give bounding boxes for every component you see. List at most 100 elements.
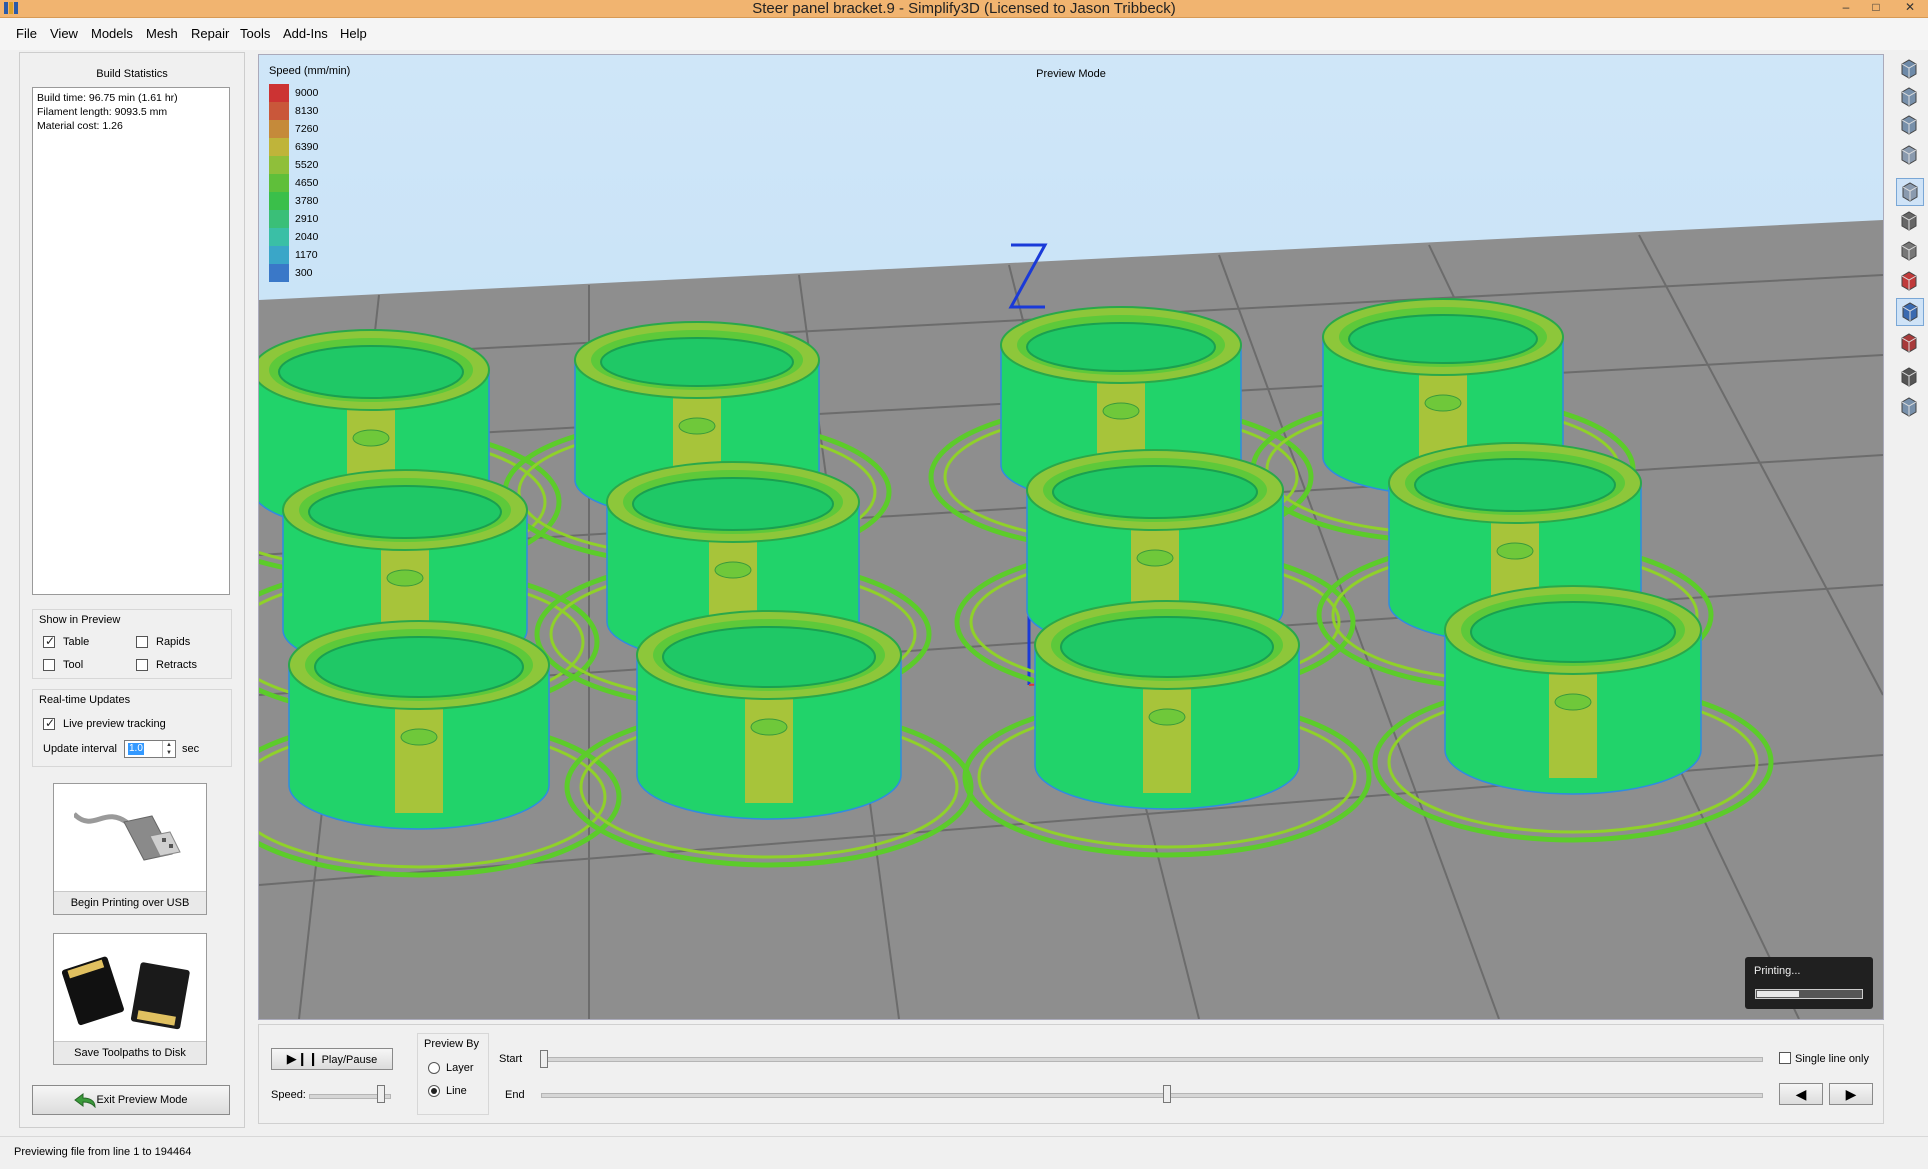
show-in-preview-group: Show in Preview Table Rapids Tool Retrac…: [32, 609, 232, 679]
legend-swatch: [269, 210, 289, 228]
single-line-checkbox[interactable]: [1779, 1052, 1791, 1064]
start-label: Start: [499, 1053, 523, 1065]
tools-icon[interactable]: [1896, 394, 1924, 422]
menu-mesh[interactable]: Mesh: [146, 26, 178, 42]
preview-by-group: Preview By Layer Line: [417, 1033, 489, 1115]
maximize-button[interactable]: □: [1862, 0, 1890, 17]
play-pause-button[interactable]: ▶❙❙ Play/Pause: [271, 1048, 393, 1070]
sd-card-icon: [62, 956, 190, 1030]
window-title: Steer panel bracket.9 - Simplify3D (Lice…: [752, 0, 1176, 17]
table-label: Table: [63, 636, 90, 648]
menu-models[interactable]: Models: [91, 26, 133, 42]
printing-label: Printing...: [1754, 965, 1801, 977]
step-forward-button[interactable]: ▶: [1829, 1083, 1873, 1105]
usb-button-caption: Begin Printing over USB: [54, 891, 206, 914]
update-interval-spinbox[interactable]: 1.0 ▲ ▼: [124, 740, 176, 758]
realtime-updates-group: Real-time Updates Live preview tracking …: [32, 689, 232, 767]
layer-radio-label: Layer: [446, 1062, 474, 1074]
status-text: Previewing file from line 1 to 194464: [14, 1146, 192, 1158]
build-stats-title: Build Statistics: [96, 68, 168, 80]
speed-slider-thumb[interactable]: [377, 1085, 385, 1103]
printing-progress-fill: [1757, 991, 1800, 997]
end-slider-track[interactable]: [541, 1093, 1763, 1098]
end-slider-thumb[interactable]: [1163, 1085, 1171, 1103]
play-pause-label: Play/Pause: [321, 1054, 378, 1066]
printing-progress-bar: [1755, 989, 1863, 999]
retracts-checkbox[interactable]: [136, 659, 148, 671]
menu-add-ins[interactable]: Add-Ins: [283, 26, 328, 42]
front-view-icon[interactable]: [1896, 84, 1924, 112]
settings-gear-icon[interactable]: [1896, 364, 1924, 392]
table-checkbox[interactable]: [43, 634, 55, 648]
tool-checkbox[interactable]: [43, 659, 55, 671]
rapids-checkbox[interactable]: [136, 636, 148, 648]
wireframe-view-icon[interactable]: [1896, 208, 1924, 236]
live-tracking-checkbox[interactable]: [43, 716, 55, 730]
menu-view[interactable]: View: [50, 26, 78, 42]
update-interval-value: 1.0: [128, 743, 144, 755]
save-toolpaths-button[interactable]: Save Toolpaths to Disk: [53, 933, 207, 1065]
preview-by-title: Preview By: [424, 1038, 480, 1050]
printing-indicator: Printing...: [1745, 957, 1873, 1009]
menu-repair[interactable]: Repair: [191, 26, 229, 42]
legend-value: 7260: [295, 123, 319, 135]
legend-swatch: [269, 120, 289, 138]
title-bar: Steer panel bracket.9 - Simplify3D (Lice…: [0, 0, 1928, 18]
build-stats-box[interactable]: Build time: 96.75 min (1.61 hr) Filament…: [32, 87, 230, 595]
line-radio[interactable]: [428, 1085, 440, 1097]
legend-swatch: [269, 192, 289, 210]
stat-filament-length: Filament length: 9093.5 mm: [37, 106, 168, 118]
menu-bar: File View Models Mesh Repair Tools Add-I…: [0, 18, 1928, 50]
minimize-button[interactable]: –: [1832, 0, 1860, 17]
legend-value: 300: [295, 267, 313, 279]
layer-radio[interactable]: [428, 1062, 440, 1074]
update-interval-label: Update interval: [43, 743, 117, 755]
menu-help[interactable]: Help: [340, 26, 367, 42]
spin-arrows-icon[interactable]: ▲ ▼: [162, 741, 175, 757]
play-pause-icon: ▶❙❙: [286, 1051, 319, 1066]
iso-view-icon[interactable]: [1896, 56, 1924, 84]
solid-view-icon[interactable]: [1896, 178, 1924, 206]
speed-label: Speed:: [271, 1089, 306, 1101]
retracts-label: Retracts: [156, 659, 197, 671]
exit-preview-button[interactable]: Exit Preview Mode: [32, 1085, 230, 1115]
rapids-label: Rapids: [156, 636, 191, 648]
legend-swatch: [269, 138, 289, 156]
begin-printing-usb-button[interactable]: Begin Printing over USB: [53, 783, 207, 915]
legend-swatch: [269, 84, 289, 102]
start-slider-thumb[interactable]: [540, 1050, 548, 1068]
cross-section-icon[interactable]: [1896, 330, 1924, 358]
triangle-left-icon: ◀: [1795, 1086, 1807, 1102]
3d-viewport[interactable]: Preview Mode Speed (mm/min) 9000 8130 7260…: [258, 54, 1884, 1020]
live-tracking-label: Live preview tracking: [63, 718, 166, 730]
preview-mode-label: Preview Mode: [1036, 68, 1106, 80]
left-panel: Build Statistics Build time: 96.75 min (…: [19, 52, 245, 1128]
line-radio-label: Line: [446, 1085, 467, 1097]
legend-swatch: [269, 246, 289, 264]
legend-swatch: [269, 228, 289, 246]
legend-value: 9000: [295, 87, 319, 99]
close-button[interactable]: ✕: [1892, 0, 1928, 17]
legend-value: 2910: [295, 213, 319, 225]
realtime-updates-title: Real-time Updates: [39, 694, 131, 706]
single-line-label: Single line only: [1795, 1053, 1869, 1065]
stat-material-cost: Material cost: 1.26: [37, 120, 123, 132]
start-slider-track[interactable]: [541, 1057, 1763, 1062]
legend-value: 3780: [295, 195, 319, 207]
axes-icon[interactable]: [1896, 268, 1924, 296]
legend-value: 5520: [295, 159, 319, 171]
update-interval-unit: sec: [182, 743, 200, 755]
legend-value: 4650: [295, 177, 319, 189]
legend-value: 6390: [295, 141, 319, 153]
back-arrow-icon: [74, 1093, 96, 1108]
legend-value: 8130: [295, 105, 319, 117]
menu-tools[interactable]: Tools: [240, 26, 270, 42]
tool-label: Tool: [63, 659, 84, 671]
step-back-button[interactable]: ◀: [1779, 1083, 1823, 1105]
points-view-icon[interactable]: [1896, 238, 1924, 266]
preview-icon[interactable]: [1896, 298, 1924, 326]
menu-file[interactable]: File: [16, 26, 37, 42]
top-view-icon[interactable]: [1896, 112, 1924, 140]
side-view-icon[interactable]: [1896, 142, 1924, 170]
legend-title: Speed (mm/min): [269, 65, 351, 77]
